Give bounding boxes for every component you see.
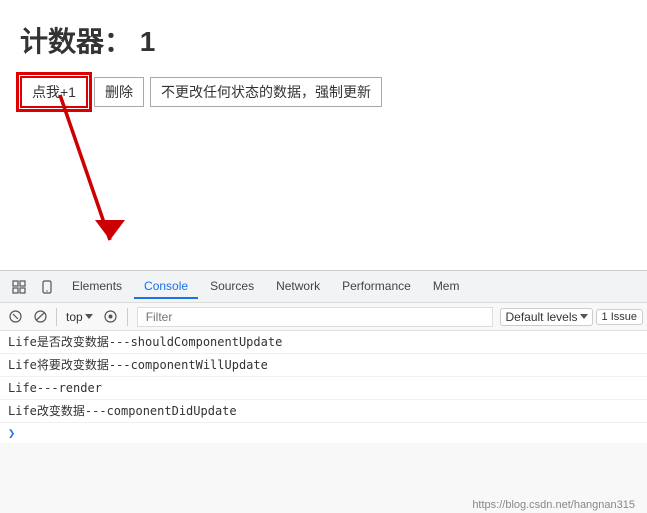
devtools-panel: Elements Console Sources Network Perform… bbox=[0, 270, 647, 513]
devtools-tabbar: Elements Console Sources Network Perform… bbox=[0, 271, 647, 303]
device-toolbar-icon[interactable] bbox=[34, 274, 60, 300]
counter-title: 计数器： 1 bbox=[20, 20, 627, 60]
context-selector[interactable]: top bbox=[62, 309, 97, 325]
console-line-3: Life---render bbox=[0, 377, 647, 400]
issue-badge: 1 Issue bbox=[596, 309, 643, 325]
tab-performance[interactable]: Performance bbox=[332, 275, 421, 299]
filter-box[interactable] bbox=[137, 307, 494, 327]
console-line-4: Life改变数据---componentDidUpdate bbox=[0, 400, 647, 423]
console-prompt[interactable]: ❯ bbox=[0, 423, 647, 443]
footer-url: https://blog.csdn.net/hangnan315 bbox=[468, 497, 639, 513]
tab-sources[interactable]: Sources bbox=[200, 275, 264, 299]
console-output: Life是否改变数据---shouldComponentUpdate Life将… bbox=[0, 331, 647, 443]
default-levels-label: Default levels bbox=[505, 310, 577, 324]
force-update-button[interactable]: 不更改任何状态的数据，强制更新 bbox=[150, 77, 382, 107]
default-levels-dropdown[interactable]: Default levels bbox=[500, 308, 592, 326]
tab-console[interactable]: Console bbox=[134, 275, 198, 299]
main-content: 计数器： 1 点我+1 删除 不更改任何状态的数据，强制更新 bbox=[0, 0, 647, 270]
show-console-sidebar-icon[interactable] bbox=[100, 306, 122, 328]
console-toolbar: top Default levels 1 Issue bbox=[0, 303, 647, 331]
tab-network[interactable]: Network bbox=[266, 275, 330, 299]
console-line-1: Life是否改变数据---shouldComponentUpdate bbox=[0, 331, 647, 354]
arrow-indicator bbox=[30, 85, 150, 265]
separator-1 bbox=[56, 308, 57, 326]
context-label: top bbox=[66, 310, 83, 324]
inspect-element-icon[interactable] bbox=[6, 274, 32, 300]
tab-memory[interactable]: Mem bbox=[423, 275, 470, 299]
tab-elements[interactable]: Elements bbox=[62, 275, 132, 299]
pause-on-exceptions-icon[interactable] bbox=[4, 306, 26, 328]
separator-2 bbox=[127, 308, 128, 326]
filter-input[interactable] bbox=[142, 310, 489, 324]
clear-console-icon[interactable] bbox=[29, 306, 51, 328]
console-line-2: Life将要改变数据---componentWillUpdate bbox=[0, 354, 647, 377]
